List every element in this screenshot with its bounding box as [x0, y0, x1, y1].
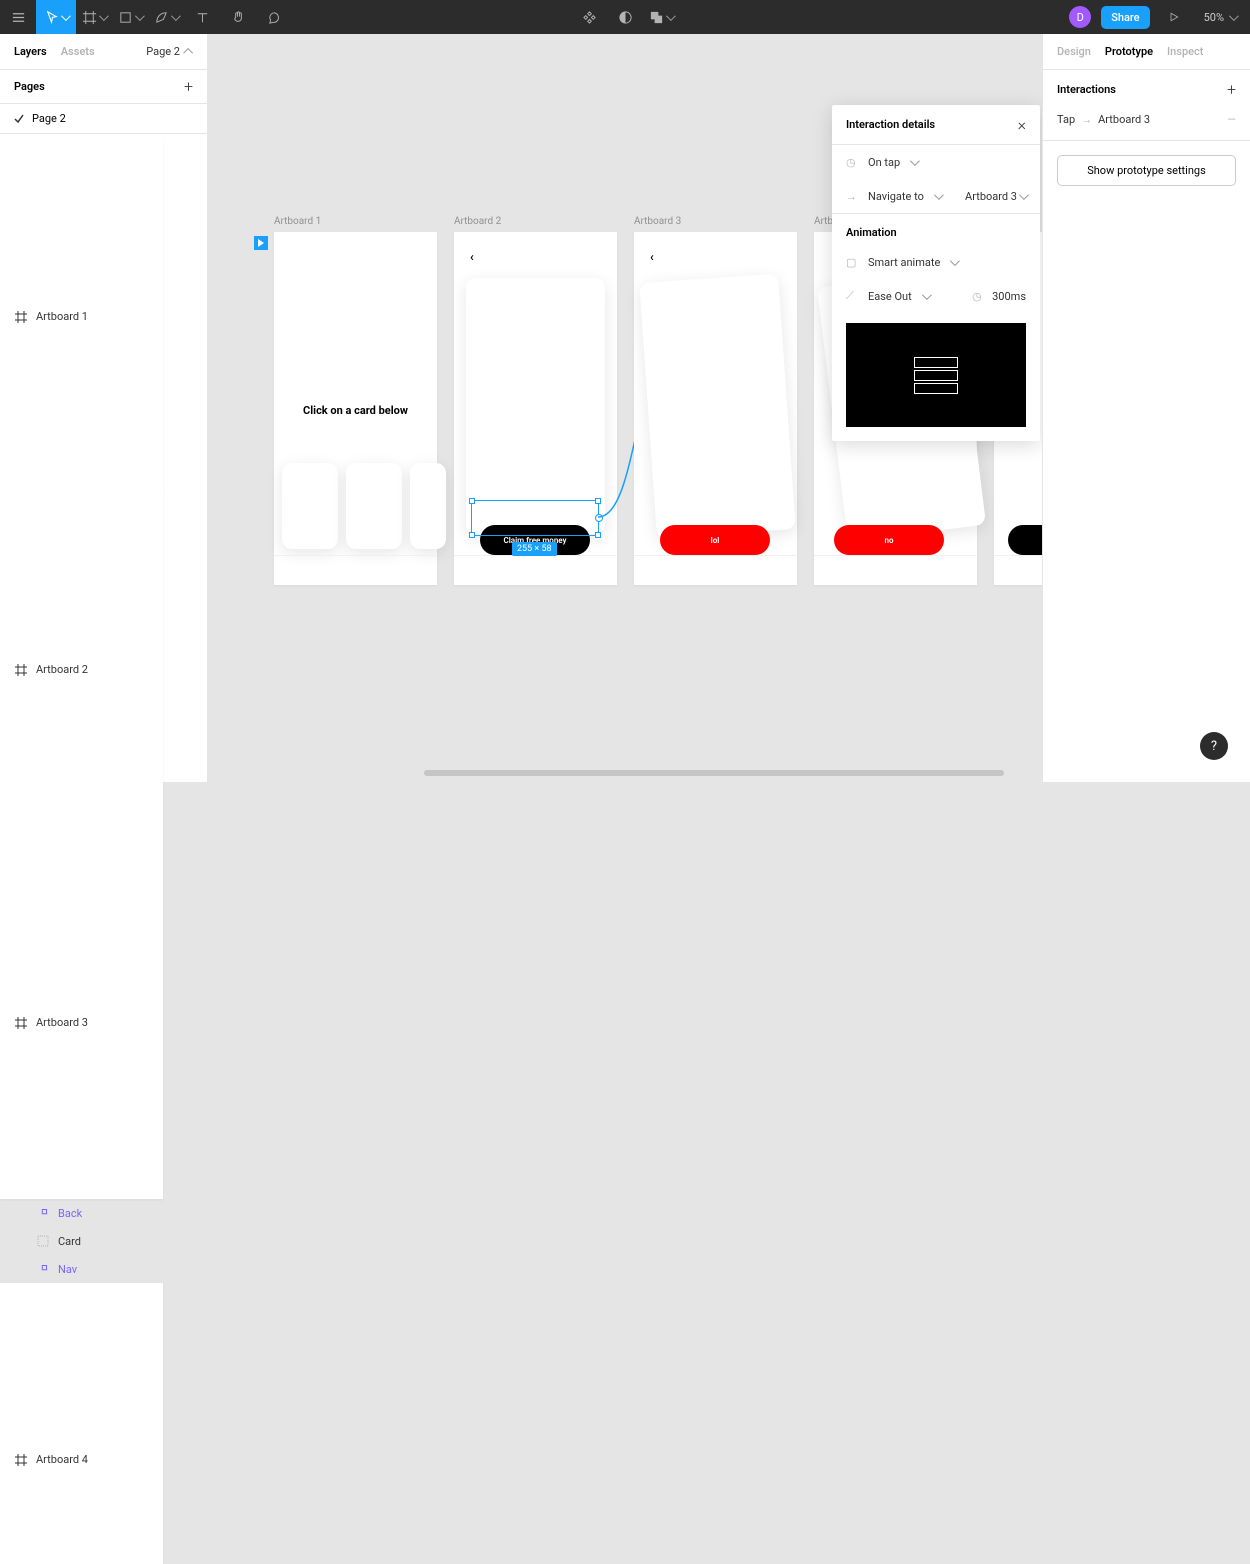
layer-row[interactable]: Back [0, 1199, 207, 1227]
zoom-level[interactable]: 50% [1190, 11, 1250, 24]
action-row[interactable]: →Navigate to Artboard 3 [832, 179, 1040, 213]
mask-tool[interactable] [607, 0, 643, 34]
layer-row[interactable]: Artboard 4 [0, 1283, 163, 1564]
artboard-text: Click on a card below [274, 404, 437, 417]
add-interaction-button[interactable]: + [1227, 80, 1236, 99]
layer-row[interactable]: Nav [0, 1255, 207, 1283]
nav-slot [382, 555, 436, 585]
layer-row[interactable]: Artboard 3 [0, 846, 163, 1199]
card-thumb [410, 463, 446, 549]
nav-slot [562, 555, 616, 585]
move-tool[interactable] [36, 0, 76, 34]
easing-row[interactable]: ⟋Ease Out ◷300ms [832, 279, 1040, 313]
present-button[interactable] [1158, 11, 1190, 23]
selection-box [471, 500, 599, 536]
card [466, 278, 605, 534]
popup-title: Interaction details [846, 118, 935, 131]
main-menu-button[interactable] [0, 0, 36, 34]
boolean-tool[interactable] [643, 0, 679, 34]
interactions-header: Interactions [1057, 83, 1116, 96]
add-page-button[interactable]: + [184, 77, 193, 96]
close-icon[interactable]: × [1018, 115, 1026, 134]
back-chevron-icon: ‹ [650, 250, 654, 264]
artboard-label[interactable]: Artboard 3 [634, 216, 681, 227]
frame-tool[interactable] [76, 0, 112, 34]
animation-type-row[interactable]: ▢Smart animate [832, 245, 1040, 279]
hand-tool[interactable] [220, 0, 256, 34]
shape-tool[interactable] [112, 0, 148, 34]
back-chevron-icon: ‹ [470, 250, 474, 264]
pill-button: lol [660, 525, 770, 555]
share-button[interactable]: Share [1101, 6, 1149, 29]
layers-tab[interactable]: Layers [14, 45, 47, 58]
pill-button [1008, 525, 1042, 555]
nav-slot [328, 555, 382, 585]
show-prototype-settings-button[interactable]: Show prototype settings [1057, 155, 1236, 186]
horizontal-scrollbar[interactable] [424, 770, 1004, 776]
layers-list: Artboard 1Artboard 2Artboard 3BackCardNa… [0, 134, 207, 1564]
artboard-label[interactable]: Artboard 1 [274, 216, 321, 227]
animation-header: Animation [832, 213, 1040, 245]
comment-tool[interactable] [256, 0, 292, 34]
flow-start-icon[interactable] [254, 236, 268, 250]
help-button[interactable]: ? [1200, 732, 1228, 760]
inspect-tab[interactable]: Inspect [1167, 45, 1203, 58]
pen-tool[interactable] [148, 0, 184, 34]
layer-row[interactable]: Card [0, 1227, 207, 1255]
prototype-tab[interactable]: Prototype [1105, 45, 1153, 58]
top-toolbar: D Share 50% [0, 0, 1250, 34]
assets-tab[interactable]: Assets [61, 45, 95, 58]
pages-header: Pages [14, 80, 45, 93]
nav-slot [508, 555, 562, 585]
artboard[interactable]: ‹ lol [634, 232, 797, 585]
user-avatar[interactable]: D [1069, 6, 1091, 28]
right-panel: Design Prototype Inspect Interactions + T… [1042, 34, 1250, 782]
artboard-label[interactable]: Artboard 2 [454, 216, 501, 227]
interaction-item[interactable]: Tap→Artboard 3— [1057, 109, 1236, 130]
text-tool[interactable] [184, 0, 220, 34]
layer-row[interactable]: Artboard 2 [0, 493, 163, 846]
page-item[interactable]: Page 2 [0, 104, 207, 134]
pill-button: no [834, 525, 944, 555]
card-thumb [346, 463, 402, 549]
left-panel: Layers Assets Page 2 Pages + Page 2 Artbo… [0, 34, 208, 782]
selection-dimensions: 255 × 58 [512, 542, 557, 556]
design-tab[interactable]: Design [1057, 45, 1091, 58]
card [639, 273, 796, 538]
trigger-row[interactable]: ◷On tap [832, 145, 1040, 179]
page-selector[interactable]: Page 2 [146, 45, 193, 58]
card-thumb [282, 463, 338, 549]
animation-preview [846, 323, 1026, 427]
nav-slot [454, 555, 508, 585]
interaction-details-popup: Interaction details × ◷On tap →Navigate t… [832, 105, 1040, 441]
artboard[interactable]: Click on a card below [274, 232, 437, 585]
layer-row[interactable]: Artboard 1 [0, 140, 163, 493]
component-tool[interactable] [571, 0, 607, 34]
nav-slot [274, 555, 328, 585]
